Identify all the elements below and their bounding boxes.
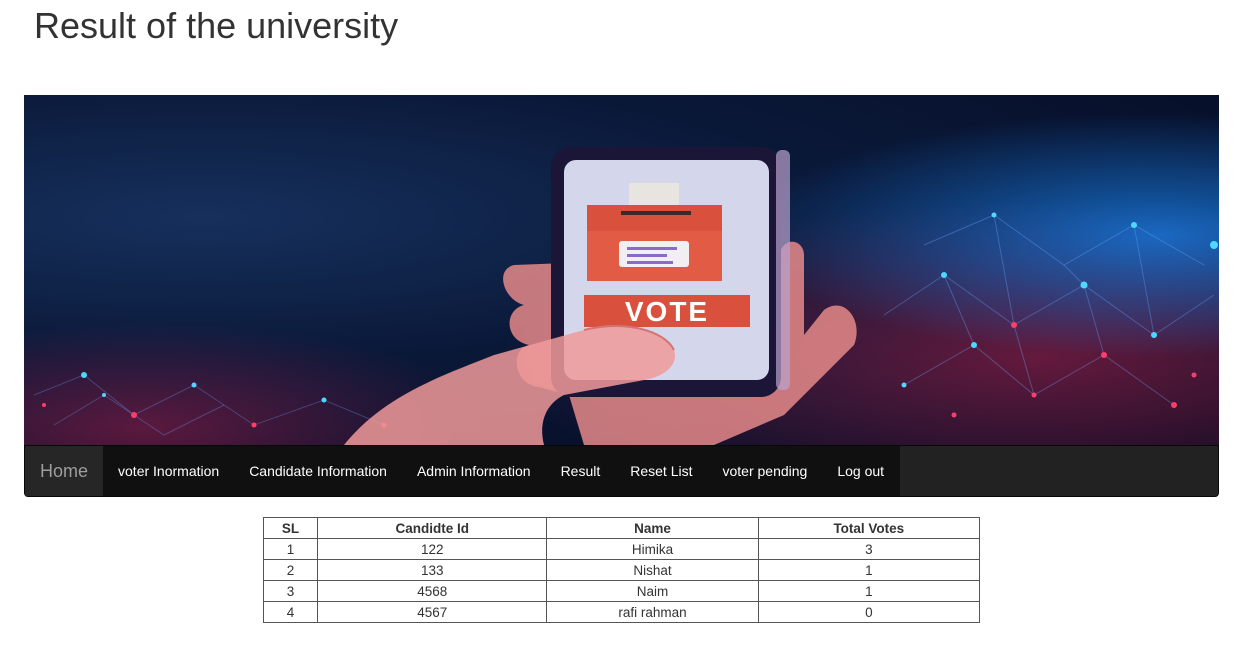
main-navbar: Home voter Inormation Candidate Informat… — [24, 445, 1219, 497]
nav-result[interactable]: Result — [546, 446, 616, 496]
cell-name: Nishat — [546, 559, 759, 581]
cell-candidate-id: 122 — [317, 538, 548, 560]
cell-name: rafi rahman — [546, 601, 759, 623]
results-table: SL Candidte Id Name Total Votes 1 122 Hi… — [262, 517, 981, 623]
header-sl: SL — [262, 517, 319, 539]
header-name: Name — [546, 517, 759, 539]
table-header-row: SL Candidte Id Name Total Votes — [262, 517, 981, 539]
banner-image: VOTE — [24, 95, 1219, 445]
nav-reset-list[interactable]: Reset List — [615, 446, 707, 496]
cell-total-votes: 1 — [757, 580, 981, 602]
nav-voter-information[interactable]: voter Inormation — [103, 446, 234, 496]
cell-name: Himika — [546, 538, 759, 560]
nav-log-out[interactable]: Log out — [822, 446, 899, 496]
cell-sl: 3 — [262, 580, 319, 602]
vote-illustration: VOTE — [24, 95, 1219, 445]
nav-candidate-information[interactable]: Candidate Information — [234, 446, 402, 496]
table-row: 3 4568 Naim 1 — [262, 580, 981, 602]
page-title: Result of the university — [34, 5, 399, 46]
cell-sl: 4 — [262, 601, 319, 623]
table-row: 1 122 Himika 3 — [262, 538, 981, 560]
cell-total-votes: 3 — [757, 538, 981, 560]
header-candidate-id: Candidte Id — [317, 517, 548, 539]
cell-sl: 2 — [262, 559, 319, 581]
cell-candidate-id: 4568 — [317, 580, 548, 602]
table-row: 2 133 Nishat 1 — [262, 559, 981, 581]
nav-admin-information[interactable]: Admin Information — [402, 446, 546, 496]
vote-label: VOTE — [625, 296, 709, 327]
cell-sl: 1 — [262, 538, 319, 560]
cell-candidate-id: 133 — [317, 559, 548, 581]
cell-name: Naim — [546, 580, 759, 602]
table-row: 4 4567 rafi rahman 0 — [262, 601, 981, 623]
header-total-votes: Total Votes — [757, 517, 981, 539]
nav-voter-pending[interactable]: voter pending — [708, 446, 823, 496]
cell-total-votes: 1 — [757, 559, 981, 581]
nav-home[interactable]: Home — [25, 446, 104, 496]
cell-candidate-id: 4567 — [317, 601, 548, 623]
cell-total-votes: 0 — [757, 601, 981, 623]
